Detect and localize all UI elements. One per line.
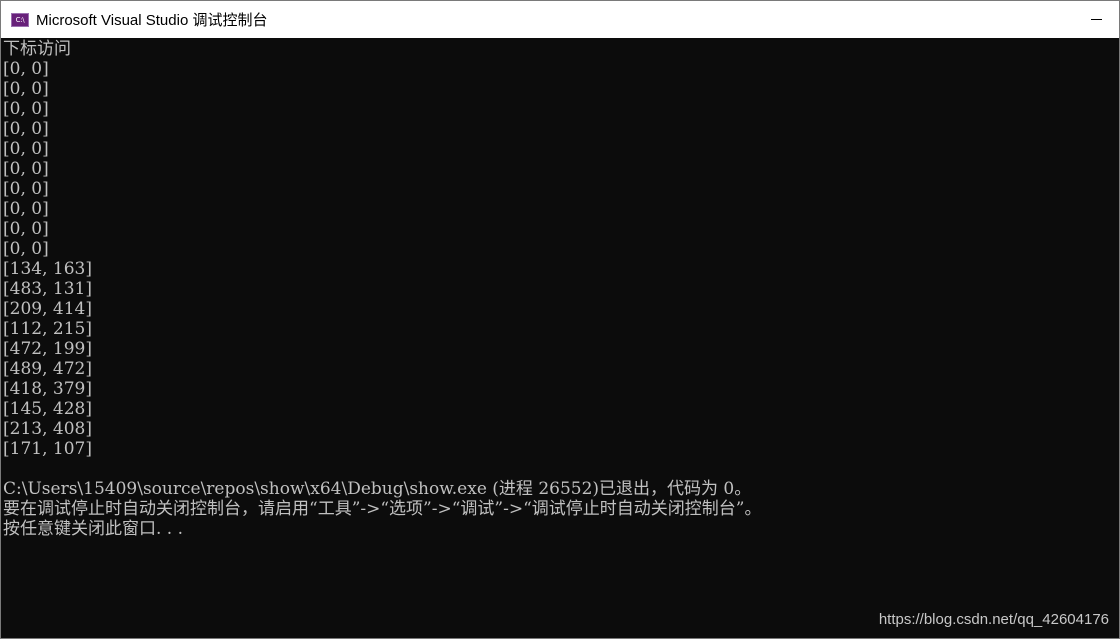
window-title: Microsoft Visual Studio 调试控制台 bbox=[36, 12, 268, 29]
console-line: [0, 0] bbox=[3, 219, 49, 239]
console-line: C:\Users\15409\source\repos\show\x64\Deb… bbox=[3, 479, 752, 499]
console-line: 按任意键关闭此窗口. . . bbox=[3, 519, 184, 539]
console-line: [483, 131] bbox=[3, 279, 92, 299]
console-line: [171, 107] bbox=[3, 439, 92, 459]
console-output[interactable]: 下标访问 [0, 0] [0, 0] [0, 0] [0, 0] [0, 0] [0, 0]… bbox=[3, 39, 1113, 634]
minimize-button[interactable] bbox=[1073, 1, 1119, 38]
minimize-icon bbox=[1091, 19, 1102, 20]
window-controls bbox=[1073, 1, 1119, 38]
console-app-icon: C:\ bbox=[11, 12, 29, 27]
console-line: [0, 0] bbox=[3, 119, 49, 139]
console-line: [0, 0] bbox=[3, 139, 49, 159]
console-line: 下标访问 bbox=[3, 39, 71, 59]
console-line: [0, 0] bbox=[3, 199, 49, 219]
console-line: [145, 428] bbox=[3, 399, 92, 419]
watermark-text: https://blog.csdn.net/qq_42604176 bbox=[878, 611, 1109, 628]
console-line: [489, 472] bbox=[3, 359, 92, 379]
console-line: [213, 408] bbox=[3, 419, 92, 439]
console-window: C:\ Microsoft Visual Studio 调试控制台 下标访问 [0… bbox=[0, 0, 1120, 639]
console-line: [0, 0] bbox=[3, 99, 49, 119]
console-line: [0, 0] bbox=[3, 79, 49, 99]
console-line: [0, 0] bbox=[3, 159, 49, 179]
title-bar[interactable]: C:\ Microsoft Visual Studio 调试控制台 bbox=[1, 1, 1119, 38]
console-line: [0, 0] bbox=[3, 239, 49, 259]
console-line: [472, 199] bbox=[3, 339, 92, 359]
console-line: [418, 379] bbox=[3, 379, 92, 399]
console-line: [112, 215] bbox=[3, 319, 92, 339]
console-line: 要在调试停止时自动关闭控制台，请启用“工具”->“选项”->“调试”->“调试停… bbox=[3, 499, 762, 519]
console-line: [0, 0] bbox=[3, 59, 49, 79]
console-line: [0, 0] bbox=[3, 179, 49, 199]
console-line: [134, 163] bbox=[3, 259, 92, 279]
console-line: [209, 414] bbox=[3, 299, 92, 319]
